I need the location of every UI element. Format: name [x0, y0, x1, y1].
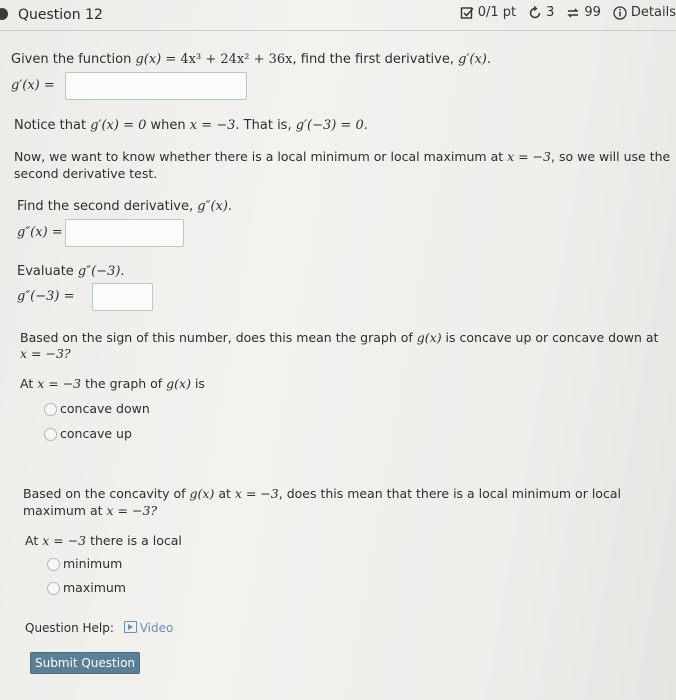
question-help-label: Question Help:	[25, 621, 114, 635]
second-derivative-label: g″(x) =	[17, 225, 63, 240]
now-text-line1: Now, we want to know whether there is a …	[14, 149, 671, 164]
evaluate-label: g″(−3) =	[17, 289, 75, 304]
part2-prompt: Find the second derivative, g″(x).	[17, 199, 233, 214]
score-text: 0/1 pt	[477, 5, 517, 20]
extremum-question-line2: maximum at x = −3?	[23, 503, 158, 518]
question-header: Question 12 0/1 pt 3 99 Details	[0, 0, 676, 31]
concave-down-radio[interactable]	[44, 403, 57, 416]
minimum-radio[interactable]	[47, 558, 60, 571]
concavity-stem: At x = −3 the graph of g(x) is	[20, 376, 205, 391]
attempts-count: 99	[584, 5, 601, 20]
question-title: Question 12	[18, 7, 103, 23]
concavity-question-line2: x = −3?	[20, 346, 71, 361]
details-link[interactable]: Details	[631, 5, 676, 20]
first-derivative-label: g′(x) =	[11, 78, 55, 93]
question-help: Question Help: Video	[25, 621, 173, 635]
question-status-dot	[0, 8, 8, 20]
info-icon[interactable]	[613, 5, 627, 20]
now-text-line2: second derivative test.	[14, 166, 158, 181]
concavity-question-line1: Based on the sign of this number, does t…	[20, 330, 659, 345]
evaluate-input[interactable]	[92, 283, 153, 311]
concave-up-label[interactable]: concave up	[60, 426, 132, 441]
question-page: Question 12 0/1 pt 3 99 Details Given th…	[0, 0, 676, 700]
question-meta: 0/1 pt 3 99 Details	[460, 5, 676, 20]
attempts-icon	[567, 8, 580, 17]
first-derivative-input[interactable]	[65, 72, 247, 100]
maximum-label[interactable]: maximum	[63, 580, 126, 595]
maximum-radio[interactable]	[47, 582, 60, 595]
minimum-label[interactable]: minimum	[63, 556, 122, 571]
part3-prompt: Evaluate g″(−3).	[17, 264, 125, 279]
concave-up-radio[interactable]	[44, 428, 57, 441]
extremum-question-line1: Based on the concavity of g(x) at x = −3…	[23, 486, 621, 501]
second-derivative-input[interactable]	[65, 219, 184, 247]
submit-question-button[interactable]: Submit Question	[30, 652, 140, 674]
concave-down-label[interactable]: concave down	[60, 401, 150, 416]
score-check-icon	[460, 6, 474, 19]
part1-prompt: Given the function g(x) = 4x³ + 24x² + 3…	[11, 52, 492, 67]
extremum-stem: At x = −3 there is a local	[25, 533, 182, 548]
notice-text: Notice that g′(x) = 0 when x = −3. That …	[14, 118, 368, 133]
video-link[interactable]: Video	[123, 621, 173, 635]
retries-count: 3	[546, 5, 555, 20]
video-icon	[123, 621, 137, 633]
retry-icon	[529, 5, 541, 18]
